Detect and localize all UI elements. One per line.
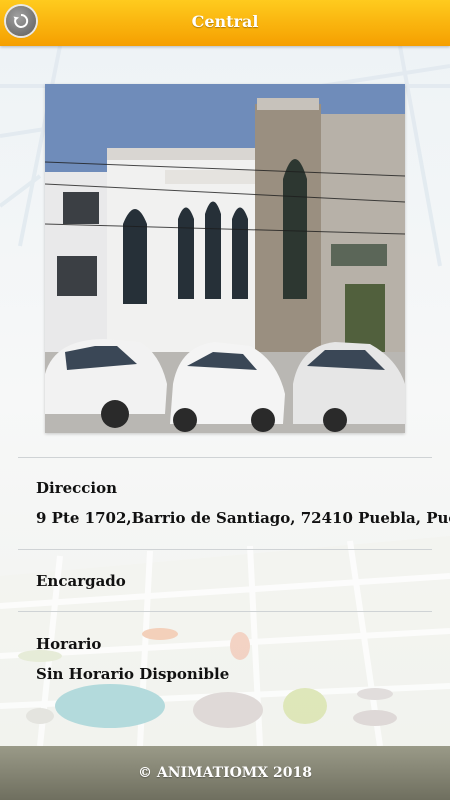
divider	[18, 549, 432, 550]
manager-label: Encargado	[36, 572, 126, 590]
app-footer: © ANIMATIOMX 2018	[0, 746, 450, 800]
address-value: 9 Pte 1702,Barrio de Santiago, 72410 Pue…	[36, 509, 450, 527]
hours-label: Horario	[36, 635, 102, 653]
location-photo	[45, 84, 405, 433]
hours-value: Sin Horario Disponible	[36, 665, 230, 683]
divider	[18, 457, 432, 458]
copyright-text: © ANIMATIOMX 2018	[137, 765, 313, 781]
divider	[18, 611, 432, 612]
app-header: Central	[0, 0, 450, 46]
page-title: Central	[191, 12, 259, 31]
address-label: Direccion	[36, 479, 118, 497]
